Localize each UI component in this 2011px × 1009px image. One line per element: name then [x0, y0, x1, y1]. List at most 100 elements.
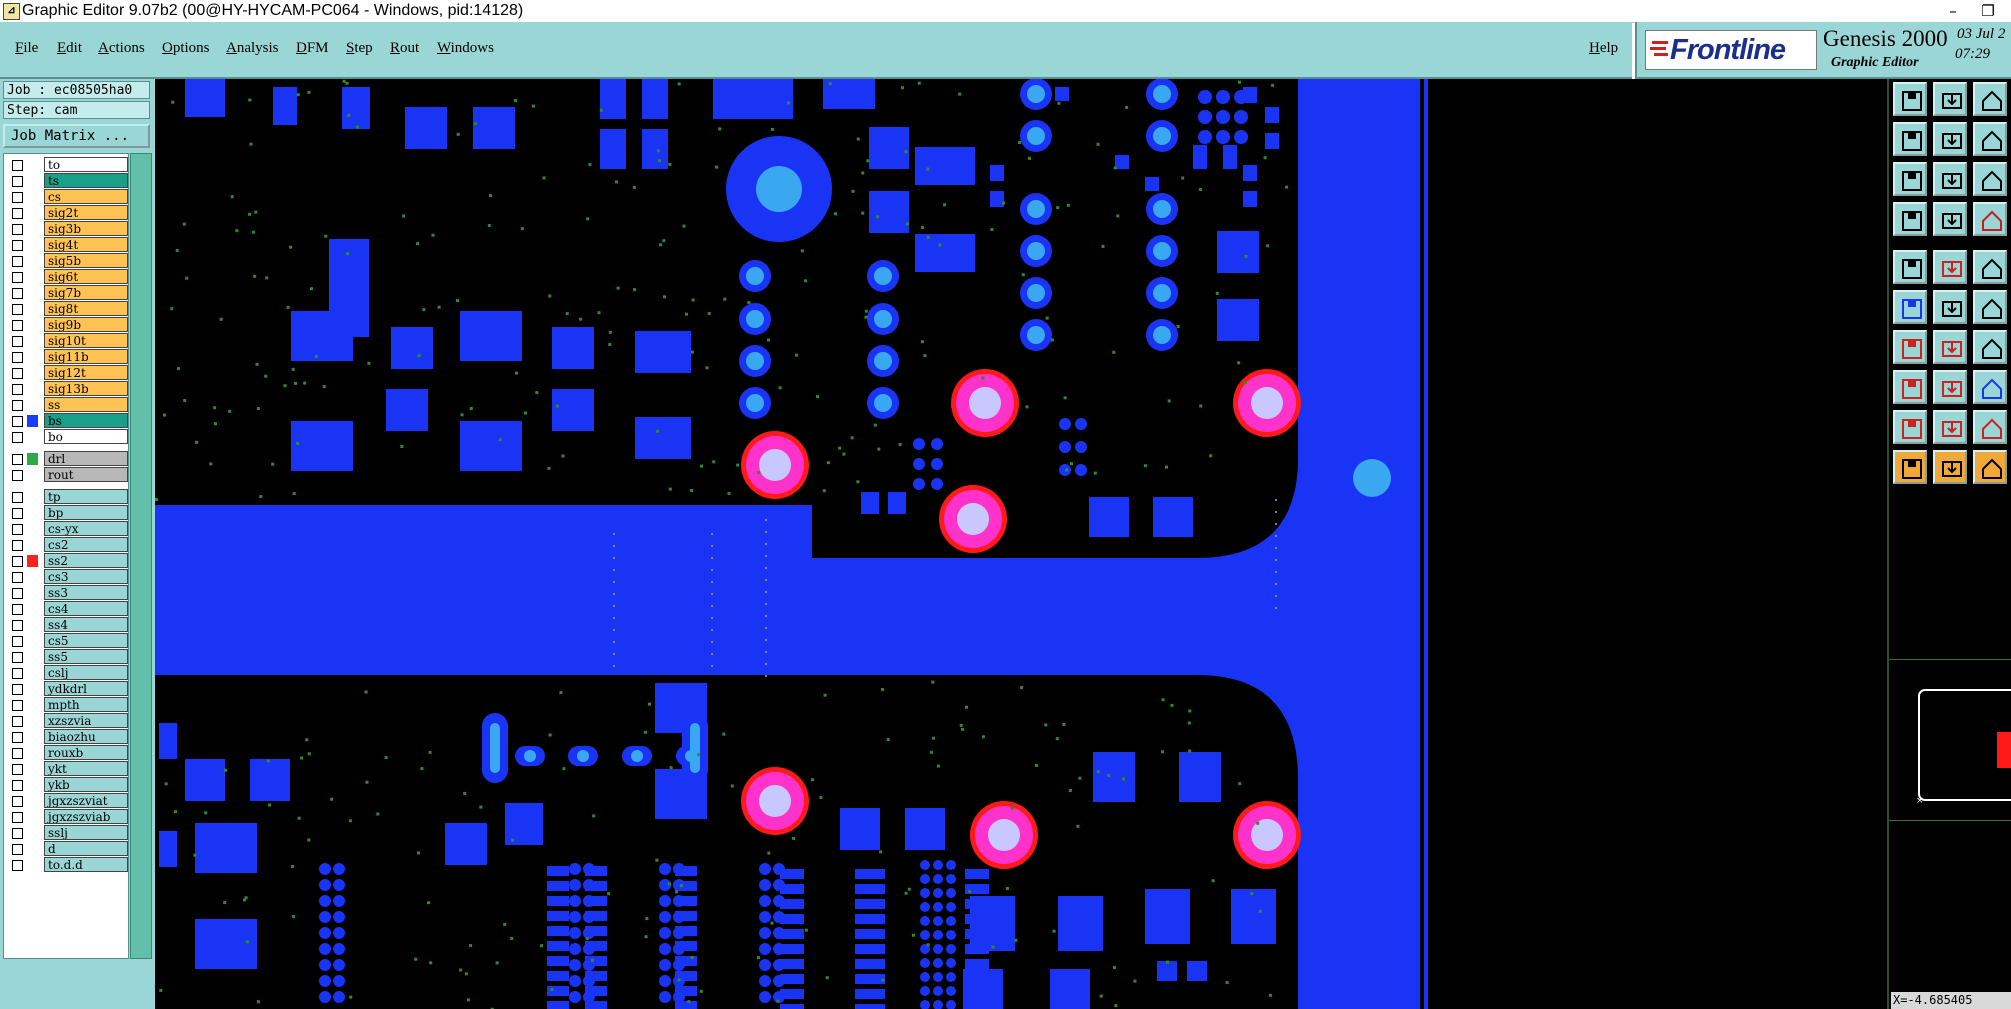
layer-row[interactable]: bs [6, 413, 128, 429]
menu-step[interactable]: Step [346, 40, 373, 57]
measure-icon[interactable] [1893, 202, 1927, 236]
layer-name[interactable]: cs-yx [44, 521, 128, 536]
layer-row[interactable]: jgxzszviat [6, 793, 128, 809]
layer-name[interactable]: to.d.d [44, 857, 128, 872]
layer-row[interactable]: sig5b [6, 253, 128, 269]
layer-row[interactable]: ts [6, 173, 128, 189]
menu-file[interactable]: File [15, 40, 38, 57]
layer-checkbox[interactable] [12, 796, 23, 807]
restore-button[interactable]: ❐ [1965, 0, 2011, 22]
menu-edit[interactable]: Edit [57, 40, 82, 57]
layer-row[interactable]: to [6, 157, 128, 173]
layer-name[interactable]: xzszvia [44, 713, 128, 728]
layer-checkbox[interactable] [12, 652, 23, 663]
layer-checkbox[interactable] [12, 748, 23, 759]
graphic-canvas[interactable] [155, 79, 1887, 1009]
menu-help[interactable]: Help [1589, 40, 1618, 57]
layer-row[interactable]: xzszvia [6, 713, 128, 729]
layer-row[interactable]: cs5 [6, 633, 128, 649]
undo-icon[interactable] [1973, 330, 2007, 364]
layer-checkbox[interactable] [12, 208, 23, 219]
layer-name[interactable]: ss2 [44, 553, 128, 568]
layer-row[interactable]: cslj [6, 665, 128, 681]
layer-name[interactable]: sig4t [44, 237, 128, 252]
select-icon[interactable] [1893, 250, 1927, 284]
layer-checkbox[interactable] [12, 764, 23, 775]
layer-row[interactable]: bo [6, 429, 128, 445]
layer-checkbox[interactable] [12, 336, 23, 347]
layer-row[interactable]: ss2 [6, 553, 128, 569]
layer-checkbox[interactable] [12, 454, 23, 465]
layer-name[interactable]: rouxb [44, 745, 128, 760]
layer-checkbox[interactable] [12, 432, 23, 443]
zoom-back-icon[interactable] [1973, 122, 2007, 156]
layer-name[interactable]: sslj [44, 825, 128, 840]
layer-row[interactable]: sig9b [6, 317, 128, 333]
layer-name[interactable]: bs [44, 413, 128, 428]
layer-row[interactable]: tp [6, 489, 128, 505]
layer-name[interactable]: biaozhu [44, 729, 128, 744]
layer-row[interactable]: ss3 [6, 585, 128, 601]
connect-icon[interactable] [1893, 290, 1927, 324]
layer-row[interactable]: sig8t [6, 301, 128, 317]
layer-row[interactable]: sslj [6, 825, 128, 841]
layer-row[interactable]: sig3b [6, 221, 128, 237]
layer-checkbox[interactable] [12, 304, 23, 315]
layer-name[interactable]: sig12t [44, 365, 128, 380]
pan-left-icon[interactable] [1893, 122, 1927, 156]
layer-name[interactable]: cslj [44, 665, 128, 680]
pcb-view[interactable] [155, 79, 1887, 1009]
layer-checkbox[interactable] [12, 732, 23, 743]
pad-icon[interactable] [1893, 370, 1927, 404]
layer-row[interactable]: sig4t [6, 237, 128, 253]
layer-checkbox[interactable] [12, 192, 23, 203]
layer-checkbox[interactable] [12, 780, 23, 791]
layer-row[interactable]: cs3 [6, 569, 128, 585]
layer-name[interactable]: jgxzszviab [44, 809, 128, 824]
layer-checkbox[interactable] [12, 636, 23, 647]
snap-icon[interactable] [1973, 202, 2007, 236]
line-icon[interactable] [1893, 330, 1927, 364]
ruler-icon[interactable] [1973, 250, 2007, 284]
layer-row[interactable]: cs4 [6, 601, 128, 617]
grid-icon[interactable] [1933, 202, 1967, 236]
layer-name[interactable]: ydkdrl [44, 681, 128, 696]
layer-name[interactable]: ykt [44, 761, 128, 776]
layer-checkbox[interactable] [12, 470, 23, 481]
layer-row[interactable]: ykt [6, 761, 128, 777]
layer-name[interactable]: ss5 [44, 649, 128, 664]
layer-row[interactable]: rout [6, 467, 128, 483]
layer-name[interactable]: sig5b [44, 253, 128, 268]
delete-icon[interactable] [1933, 290, 1967, 324]
layer-name[interactable]: cs2 [44, 537, 128, 552]
layer-name[interactable]: sig3b [44, 221, 128, 236]
arc-icon[interactable] [1933, 330, 1967, 364]
layer-checkbox[interactable] [12, 844, 23, 855]
layer-name[interactable]: sig8t [44, 301, 128, 316]
text-b-icon[interactable] [1973, 410, 2007, 444]
layer-checkbox[interactable] [12, 556, 23, 567]
layer-name[interactable]: to [44, 157, 128, 172]
layer-name[interactable]: ykb [44, 777, 128, 792]
layer-name[interactable]: ss3 [44, 585, 128, 600]
pointer-icon[interactable] [1893, 450, 1927, 484]
layer-row[interactable]: d [6, 841, 128, 857]
layer-checkbox[interactable] [12, 368, 23, 379]
menu-analysis[interactable]: Analysis [226, 40, 279, 57]
layer-row[interactable]: to.d.d [6, 857, 128, 873]
layer-checkbox[interactable] [12, 240, 23, 251]
triangle-icon[interactable] [1893, 410, 1927, 444]
layer-checkbox[interactable] [12, 700, 23, 711]
layer-name[interactable]: ss4 [44, 617, 128, 632]
layer-checkbox[interactable] [12, 272, 23, 283]
layer-name[interactable]: cs5 [44, 633, 128, 648]
layer-name[interactable]: d [44, 841, 128, 856]
pan-right-icon[interactable] [1933, 122, 1967, 156]
layer-name[interactable]: mpth [44, 697, 128, 712]
layer-name[interactable]: ts [44, 173, 128, 188]
pointer-select-icon[interactable] [1933, 450, 1967, 484]
layer-checkbox[interactable] [12, 684, 23, 695]
layer-name[interactable]: sig9b [44, 317, 128, 332]
layer-row[interactable]: cs-yx [6, 521, 128, 537]
layer-row[interactable]: ykb [6, 777, 128, 793]
